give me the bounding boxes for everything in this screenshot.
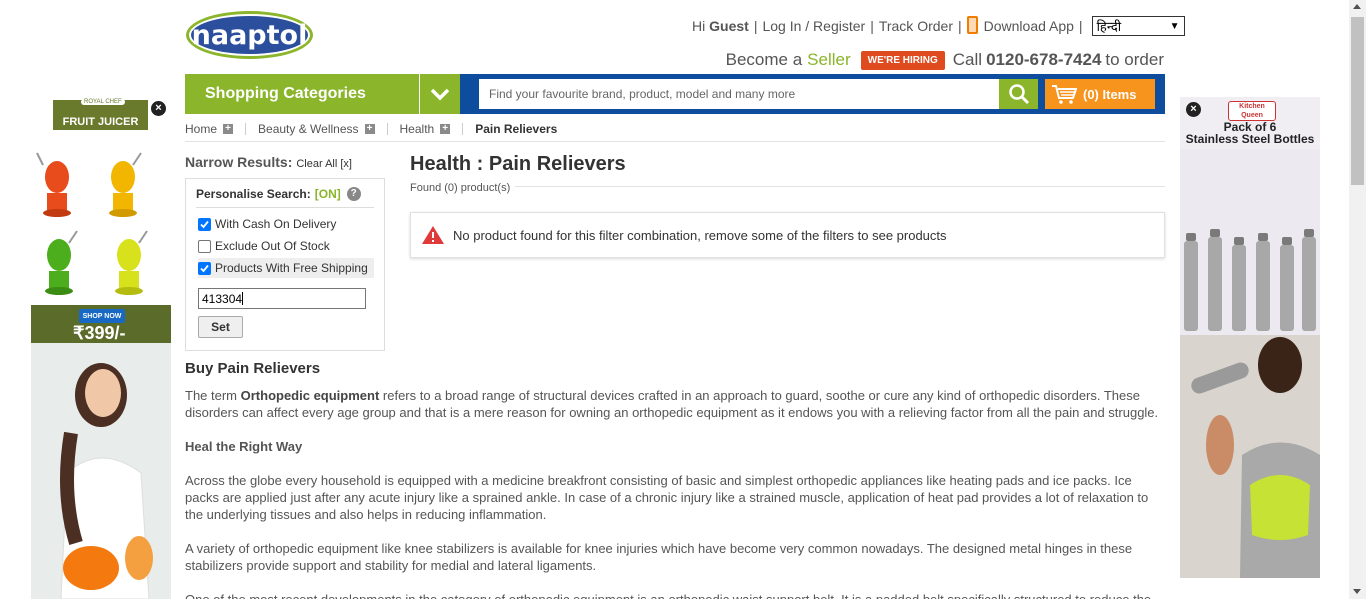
content-paragraph: A variety of orthopedic equipment like k…: [185, 541, 1133, 573]
breadcrumb: Home + Beauty & Wellness + Health + Pain Re…: [185, 117, 1165, 142]
shop-now-button[interactable]: SHOP NOW: [79, 309, 125, 323]
search-input[interactable]: Find your favourite brand, product, mode…: [479, 79, 999, 109]
track-order-link[interactable]: Track Order: [879, 18, 953, 34]
expand-plus-icon[interactable]: +: [440, 124, 451, 134]
close-ad-icon[interactable]: ×: [151, 101, 166, 116]
content-paragraph: The term Orthopedic equipment refers to …: [185, 388, 1159, 420]
main-navbar: Shopping Categories Find your favourite …: [185, 74, 1165, 114]
filter-cash-on-delivery[interactable]: With Cash On Delivery: [198, 214, 336, 234]
scroll-down-arrow[interactable]: [1353, 589, 1361, 594]
narrow-results-title: Narrow Results: Clear All [x]: [185, 154, 352, 170]
checkbox-checked[interactable]: [198, 261, 211, 275]
ad-woman-drinking-image: [1180, 335, 1320, 578]
scroll-up-arrow[interactable]: [1353, 4, 1361, 9]
page-title: Health : Pain Relievers: [410, 153, 626, 175]
categories-label: Shopping Categories: [205, 85, 366, 102]
greeting-user: Guest: [709, 18, 749, 34]
personalise-search-row: Personalise Search: [ON] ?: [196, 187, 361, 201]
ad-brand-logo: Kitchen Queen: [1228, 101, 1276, 121]
checkbox-checked[interactable]: [198, 217, 211, 231]
juicer-image: [36, 152, 71, 217]
search-placeholder: Find your favourite brand, product, mode…: [489, 87, 796, 101]
content-subheading: Heal the Right Way: [185, 439, 303, 454]
search-icon: [1008, 84, 1029, 105]
ad-woman-image: [31, 343, 171, 599]
expand-plus-icon[interactable]: +: [223, 124, 234, 134]
juicer-image: [115, 230, 148, 295]
cart-button[interactable]: (0) Items: [1045, 79, 1155, 109]
filter-free-shipping[interactable]: Products With Free Shipping: [198, 258, 374, 278]
help-icon[interactable]: ?: [346, 187, 361, 201]
found-count: Found (0) product(s): [410, 182, 511, 194]
call-label: Call: [952, 50, 983, 69]
hiring-badge[interactable]: WE'RE HIRING: [860, 50, 945, 70]
logo-text: naaptol: [191, 19, 308, 51]
naaptol-logo[interactable]: naaptol: [186, 11, 313, 59]
filter-exclude-out-of-stock[interactable]: Exclude Out Of Stock: [198, 236, 330, 256]
login-register-link[interactable]: Log In / Register: [762, 18, 865, 34]
warning-icon: [422, 226, 444, 244]
content-heading: Buy Pain Relievers: [185, 360, 321, 377]
become-label: Become a: [725, 50, 803, 69]
breadcrumb-item-home[interactable]: Home +: [185, 122, 234, 136]
breadcrumb-current: Pain Relievers: [475, 122, 558, 136]
no-product-alert: No product found for this filter combina…: [410, 212, 1165, 258]
cart-count-label: (0) Items: [1083, 86, 1137, 102]
categories-dropdown-toggle[interactable]: [419, 74, 460, 114]
ad-brand-top: ROYAL CHEF: [81, 99, 125, 105]
top-links: Hi Guest | Log In / Register | Track Ord…: [692, 16, 1185, 36]
juicer-image: [45, 230, 78, 295]
personalise-filter-box: Personalise Search: [ON] ? With Cash On …: [185, 178, 385, 351]
content-paragraph: Across the globe every household is equi…: [185, 473, 1149, 522]
set-pincode-button[interactable]: Set: [198, 316, 243, 338]
expand-plus-icon[interactable]: +: [364, 124, 375, 134]
seller-line: Become a Seller WE'RE HIRING Call 0120-6…: [726, 50, 1164, 70]
phone-number: 0120-678-7424: [986, 50, 1102, 69]
ad-headline: Pack of 6 Stainless Steel Bottles: [1185, 120, 1315, 146]
scroll-thumb[interactable]: [1351, 17, 1364, 185]
download-app-link[interactable]: Download App: [984, 18, 1074, 34]
close-ad-icon[interactable]: ×: [1186, 102, 1201, 117]
ad-price: ₹399/-: [73, 323, 126, 343]
seller-link[interactable]: Seller: [807, 50, 850, 70]
checkbox-unchecked[interactable]: [198, 239, 211, 253]
page-scrollbar[interactable]: [1349, 0, 1366, 599]
cart-icon: [1052, 85, 1077, 104]
content-paragraph: One of the most recent developments in t…: [185, 591, 1165, 599]
juicer-image: [109, 152, 142, 217]
bottles-image: [1180, 149, 1320, 335]
language-selected-value: हिन्दी: [1096, 19, 1122, 34]
order-suffix: to order: [1105, 50, 1164, 69]
mobile-phone-icon: [966, 16, 978, 34]
greeting: Hi Guest: [692, 18, 749, 34]
shopping-categories-button[interactable]: Shopping Categories: [185, 74, 419, 114]
clear-all-link[interactable]: Clear All [x]: [296, 158, 352, 170]
right-ad-banner[interactable]: Kitchen Queen Pack of 6 Stainless Steel …: [1180, 97, 1320, 578]
chevron-down-icon: ▼: [1169, 20, 1180, 32]
breadcrumb-item-beauty-wellness[interactable]: Beauty & Wellness +: [258, 122, 375, 136]
search-button[interactable]: [999, 79, 1038, 109]
alert-text: No product found for this filter combina…: [453, 227, 947, 243]
left-ad-banner[interactable]: FRUIT JUICER ROYAL CHEF SHOP NOW ₹399/-: [31, 97, 171, 599]
pincode-input[interactable]: 413304: [198, 288, 366, 309]
personalise-state[interactable]: [ON]: [315, 187, 341, 201]
seo-content: Buy Pain Relievers The term Orthopedic e…: [185, 360, 1165, 599]
language-select[interactable]: हिन्दी ▼: [1091, 16, 1185, 36]
chevron-down-icon: [430, 88, 450, 101]
breadcrumb-item-health[interactable]: Health +: [400, 122, 451, 136]
